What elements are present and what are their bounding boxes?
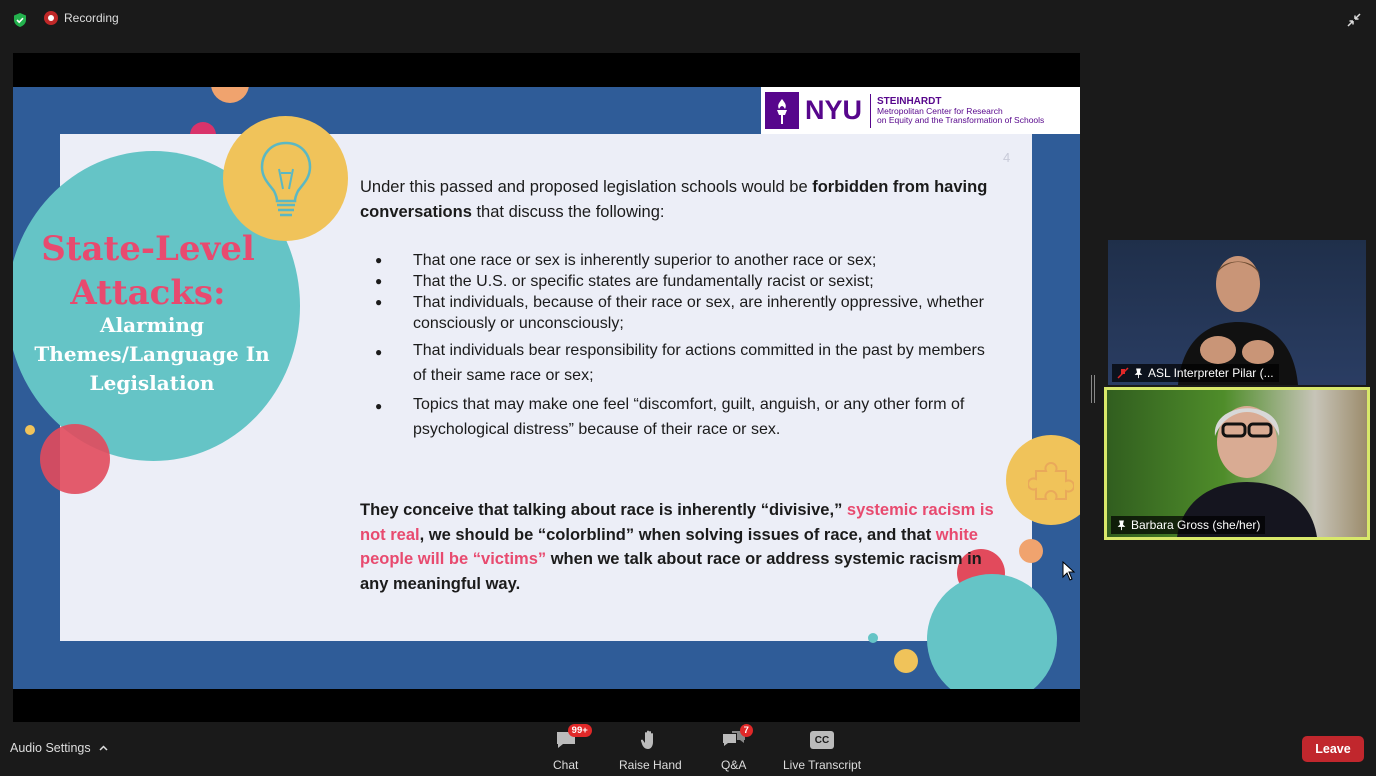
chat-unread-badge: 99+	[567, 724, 592, 737]
logo-text-block: STEINHARDT Metropolitan Center for Resea…	[877, 96, 1044, 126]
decor-circle	[894, 649, 918, 673]
nyu-wordmark: NYU	[805, 95, 863, 125]
raise-hand-icon	[638, 728, 662, 752]
decor-circle	[211, 87, 249, 103]
audio-settings-button[interactable]: Audio Settings	[10, 741, 108, 755]
raise-hand-label: Raise Hand	[619, 758, 682, 772]
puzzle-icon	[1028, 461, 1074, 500]
live-transcript-label: Live Transcript	[783, 758, 862, 772]
closing-part1: They conceive that talking about race is…	[360, 501, 847, 519]
recording-label: Recording	[64, 11, 119, 25]
bullet-item: Topics that may make one feel “discomfor…	[375, 392, 995, 442]
slide-page-number: 4	[1003, 150, 1011, 165]
audio-settings-label: Audio Settings	[10, 741, 91, 755]
participant-name: Barbara Gross (she/her)	[1131, 518, 1261, 532]
intro-end: that discuss the following:	[471, 203, 665, 221]
participant-name-tag: Barbara Gross (she/her)	[1111, 516, 1266, 534]
chat-label: Chat	[553, 758, 579, 772]
qa-icon: 7	[722, 724, 753, 752]
qa-unread-badge: 7	[739, 724, 753, 737]
nyu-torch-icon	[765, 92, 799, 129]
mouse-cursor-icon	[1062, 561, 1076, 581]
cc-box: CC	[810, 731, 835, 749]
leave-button[interactable]: Leave	[1302, 736, 1364, 762]
slide-title: State-Level Attacks:	[41, 229, 255, 313]
pin-icon	[1134, 367, 1143, 378]
closed-caption-icon: CC	[810, 728, 835, 752]
participant-silhouette	[1177, 406, 1317, 537]
video-tile-active-speaker[interactable]: Barbara Gross (she/her)	[1104, 387, 1370, 540]
slide-subtitle: Alarming Themes/Language In Legislation	[34, 313, 270, 395]
video-tile-interpreter[interactable]: ASL Interpreter Pilar (...	[1108, 240, 1366, 385]
chevron-up-icon	[99, 745, 108, 751]
bullet-item: That one race or sex is inherently super…	[375, 250, 995, 271]
logo-divider	[870, 93, 872, 128]
logo-center-line2: on Equity and the Transformation of Scho…	[877, 115, 1045, 125]
raise-hand-button[interactable]: Raise Hand	[619, 728, 682, 772]
security-shield-icon[interactable]	[12, 12, 28, 28]
slide-bullet-list: That one race or sex is inherently super…	[375, 250, 995, 442]
participant-name-tag: ASL Interpreter Pilar (...	[1112, 364, 1279, 382]
decor-circle	[1019, 539, 1043, 563]
chat-icon: 99+	[554, 724, 592, 752]
decor-circle	[25, 425, 35, 435]
shared-screen: NYU STEINHARDT Metropolitan Center for R…	[13, 53, 1080, 722]
live-transcript-button[interactable]: CC Live Transcript	[783, 728, 861, 772]
bullet-item: That individuals, because of their race …	[375, 292, 995, 334]
chat-button[interactable]: 99+ Chat	[553, 724, 592, 772]
qa-label: Q&A	[721, 758, 747, 772]
decor-circle	[868, 633, 878, 643]
muted-mic-icon	[1117, 367, 1129, 379]
nyu-steinhardt-logo: NYU STEINHARDT Metropolitan Center for R…	[761, 87, 1080, 134]
decor-circle	[40, 424, 110, 494]
closing-part2: , we should be “colorblind” when solving…	[419, 525, 936, 544]
top-bar: Recording	[0, 0, 1376, 40]
slide-intro-text: Under this passed and proposed legislati…	[360, 175, 990, 225]
pin-icon	[1117, 519, 1126, 530]
intro-plain: Under this passed and proposed legislati…	[360, 178, 813, 196]
bullet-item: That the U.S. or specific states are fun…	[375, 271, 995, 292]
qa-button[interactable]: 7 Q&A	[721, 724, 753, 772]
logo-steinhardt: STEINHARDT	[877, 95, 942, 107]
participant-name: ASL Interpreter Pilar (...	[1148, 366, 1274, 380]
zoom-meeting-window: Recording NYU STEINHARDT Metropolitan Ce…	[0, 0, 1376, 776]
recording-icon	[44, 11, 58, 25]
exit-fullscreen-icon[interactable]	[1346, 12, 1362, 28]
panel-resize-handle[interactable]	[1091, 375, 1095, 403]
recording-indicator[interactable]: Recording	[44, 11, 119, 25]
lightbulb-icon	[260, 141, 312, 217]
bullet-item: That individuals bear responsibility for…	[375, 338, 995, 388]
meeting-toolbar: Audio Settings 99+ Chat Raise Hand 7 Q&A	[0, 724, 1376, 776]
presentation-slide: NYU STEINHARDT Metropolitan Center for R…	[13, 87, 1080, 689]
slide-closing-statement: They conceive that talking about race is…	[360, 498, 1000, 596]
